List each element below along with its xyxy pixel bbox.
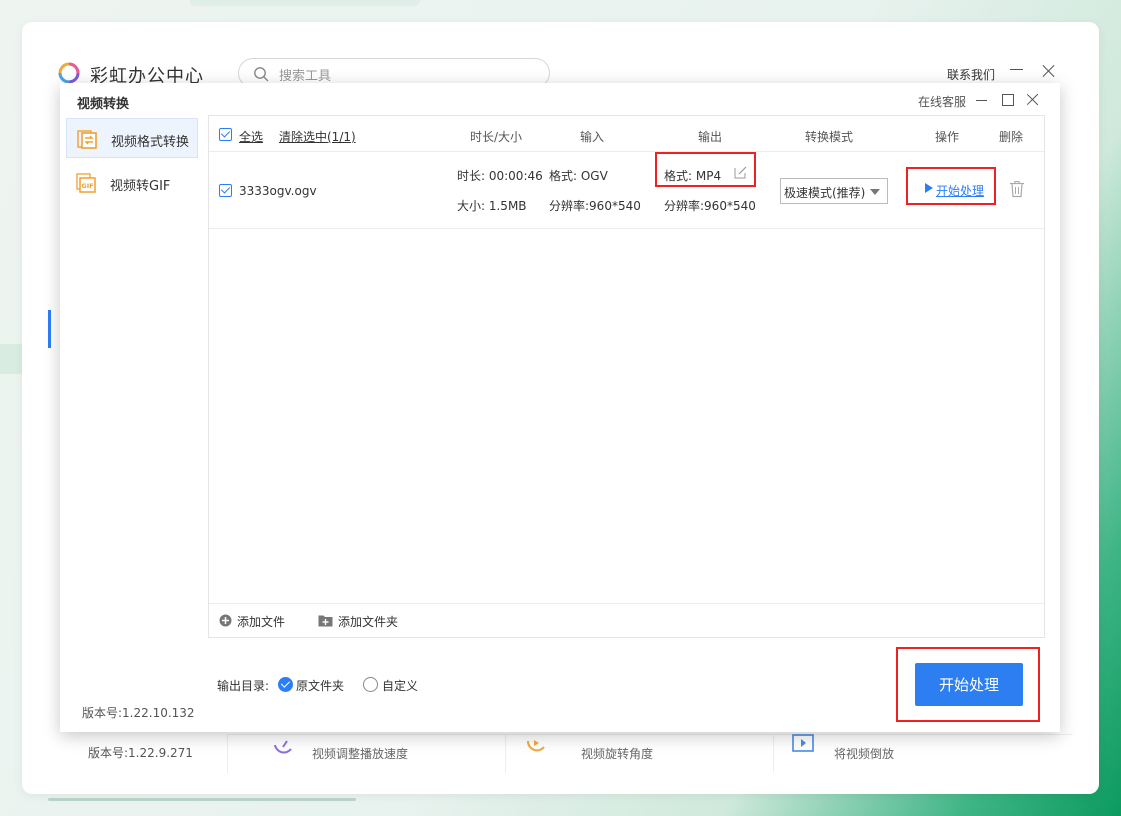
tool-card-label: 视频旋转角度 [581,747,654,761]
file-duration: 时长: 00:00:46 [457,169,543,183]
minimize-button[interactable] [1010,62,1024,76]
column-header-output: 输出 [698,130,723,144]
sidebar-item-format-convert[interactable]: 视频格式转换 [66,118,198,158]
dialog-sidebar: 视频格式转换 GIF 视频转GIF 版本号:1.22.10.132 [60,115,205,732]
column-header-input: 输入 [580,130,605,144]
tool-card-label: 视频调整播放速度 [312,747,409,761]
trash-icon[interactable] [1009,180,1025,198]
background-bar [48,798,356,801]
tool-card-reverse[interactable]: 将视频倒放 [773,734,1073,773]
dialog-minimize-button[interactable] [975,93,989,107]
dialog-title: 视频转换 [77,97,130,112]
main-version-label: 版本号:1.22.9.271 [88,746,193,760]
dialog-close-button[interactable] [1026,93,1040,107]
add-folder-button[interactable]: 添加文件夹 [318,613,408,629]
edit-icon[interactable] [734,166,747,179]
file-list-panel: 全选 清除选中(1/1) 时长/大小 输入 输出 转换模式 操作 删除 3333… [208,115,1045,638]
add-folder-label: 添加文件夹 [338,615,399,629]
table-header: 全选 清除选中(1/1) 时长/大小 输入 输出 转换模式 操作 删除 [209,116,1044,152]
sidebar-item-video-to-gif[interactable]: GIF 视频转GIF [66,163,198,203]
add-circle-icon [219,614,232,627]
column-header-duration: 时长/大小 [470,130,523,144]
conversion-mode-value: 极速模式(推荐) [784,186,866,200]
conversion-mode-select[interactable]: 极速模式(推荐) [780,178,888,204]
start-process-link[interactable]: 开始处理 [936,182,984,199]
tool-card-row: 视频调整播放速度 视频旋转角度 将视频倒放 [227,734,1073,773]
column-header-delete: 删除 [999,130,1024,144]
video-reverse-icon [792,734,814,752]
output-directory-label: 输出目录: [217,679,270,693]
start-process-button[interactable]: 开始处理 [915,663,1023,706]
dialog-version-label: 版本号:1.22.10.132 [82,706,195,720]
file-list-footer: 添加文件 添加文件夹 [209,603,1044,638]
row-checkbox[interactable] [219,184,232,197]
add-folder-icon [318,615,333,627]
input-resolution: 分辨率:960*540 [549,199,641,213]
rainbow-logo-icon [58,62,80,84]
contact-us-link[interactable]: 联系我们 [947,66,995,83]
clear-selection-link[interactable]: 清除选中(1/1) [279,128,356,145]
tool-card-rotate[interactable]: 视频旋转角度 [505,735,773,773]
tool-card-speed[interactable]: 视频调整播放速度 [227,735,505,773]
active-nav-indicator [48,310,51,348]
select-all-link[interactable]: 全选 [239,128,263,145]
select-all-checkbox[interactable] [219,128,232,141]
close-button[interactable] [1042,64,1056,78]
output-format: 格式: MP4 [664,169,722,183]
file-size: 大小: 1.5MB [457,199,527,213]
add-file-label: 添加文件 [237,615,286,629]
play-icon [925,183,933,193]
tool-card-label: 将视频倒放 [834,747,895,761]
dialog-maximize-button[interactable] [1001,93,1015,107]
output-resolution: 分辨率:960*540 [664,199,756,213]
chevron-down-icon [870,189,880,195]
convert-icon [77,130,97,149]
column-header-action: 操作 [935,130,960,144]
sidebar-item-label: 视频格式转换 [111,135,190,150]
radio-custom-folder[interactable] [363,677,378,692]
sidebar-item-label: 视频转GIF [110,179,171,194]
add-file-button[interactable]: 添加文件 [219,613,299,629]
table-row: 3333ogv.ogv 时长: 00:00:46 大小: 1.5MB 格式: O… [209,152,1044,229]
online-service-link[interactable]: 在线客服 [918,93,966,110]
rotate-icon [526,740,545,752]
radio-original-folder-label: 原文件夹 [296,679,345,693]
search-icon [254,67,269,82]
file-name: 3333ogv.ogv [239,184,317,198]
column-header-mode: 转换模式 [805,130,854,144]
search-placeholder: 搜索工具 [279,69,332,84]
input-format: 格式: OGV [549,169,608,183]
video-convert-dialog: 视频转换 在线客服 视频格式转换 GIF 视频转GIF 版本号:1.22.10.… [60,83,1060,732]
radio-custom-folder-label: 自定义 [382,679,419,693]
background-shape [190,0,420,6]
gif-icon: GIF [76,173,96,193]
speed-icon [274,740,292,754]
radio-original-folder[interactable] [278,677,293,692]
svg-text:GIF: GIF [81,182,93,190]
